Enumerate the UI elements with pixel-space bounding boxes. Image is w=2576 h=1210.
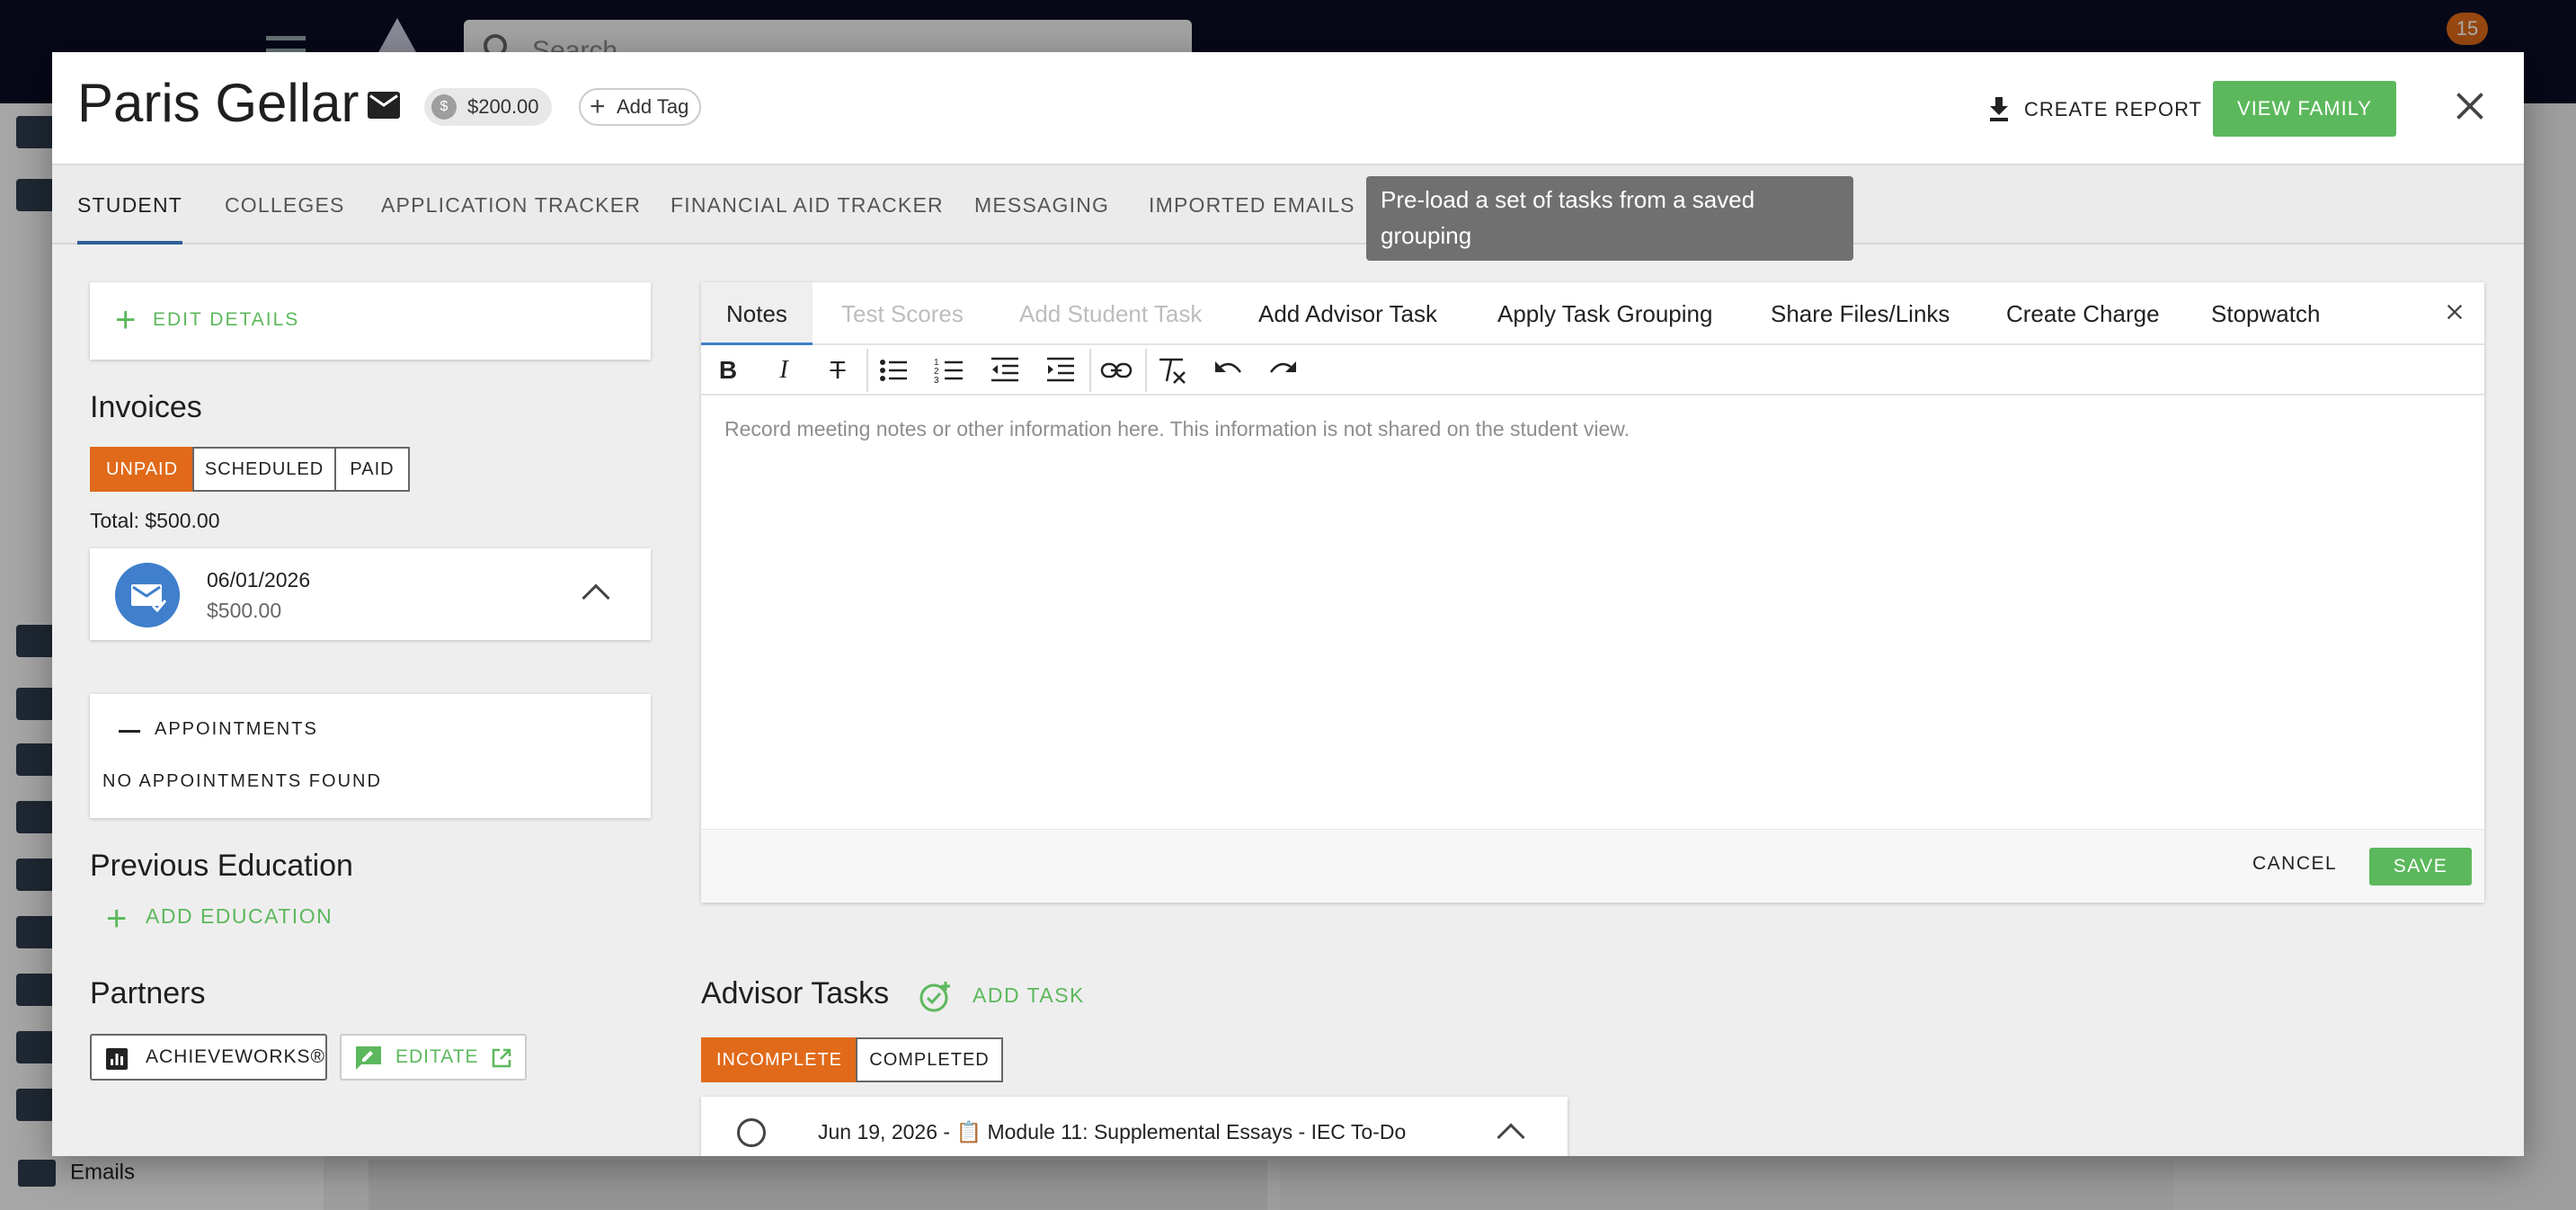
add-task-icon — [919, 982, 950, 1012]
numbered-list-icon[interactable]: 1 2 3 — [933, 354, 965, 387]
link-icon[interactable] — [1100, 354, 1133, 387]
partner-label: ACHIEVEWORKS® — [146, 1046, 326, 1067]
editor-tab-test-scores: Test Scores — [841, 300, 964, 327]
invoices-title: Invoices — [90, 390, 202, 424]
editor-toolbar: B I T 1 2 3 — [701, 345, 2484, 396]
partner-achieveworks-button[interactable]: ACHIEVEWORKS® — [90, 1034, 327, 1081]
invoice-filter-unpaid[interactable]: UNPAID — [90, 447, 194, 492]
editor-tab-apply-task-grouping[interactable]: Apply Task Grouping — [1497, 282, 1712, 345]
external-link-icon — [492, 1048, 511, 1068]
student-name: Paris Gellar — [77, 73, 360, 133]
close-icon[interactable] — [2445, 302, 2465, 322]
editor-tab-create-charge[interactable]: Create Charge — [2006, 282, 2160, 345]
strikethrough-icon[interactable]: T — [822, 354, 854, 387]
bold-icon[interactable]: B — [712, 354, 744, 387]
view-family-button[interactable]: VIEW FAMILY — [2213, 81, 2396, 137]
create-report-label: CREATE REPORT — [2024, 98, 2202, 120]
tab-messaging[interactable]: MESSAGING — [974, 165, 1109, 245]
chevron-up-icon[interactable] — [1497, 1123, 1525, 1152]
bullet-list-icon[interactable] — [877, 354, 910, 387]
appointments-panel: APPOINTMENTS NO APPOINTMENTS FOUND — [90, 694, 651, 818]
invoice-filter-paid[interactable]: PAID — [334, 447, 410, 492]
previous-education-title: Previous Education — [90, 849, 353, 883]
task-complete-radio[interactable] — [737, 1118, 766, 1147]
appointments-empty-text: NO APPOINTMENTS FOUND — [102, 771, 382, 791]
cancel-button[interactable]: CANCEL — [2252, 853, 2337, 875]
tab-financial-aid-tracker[interactable]: FINANCIAL AID TRACKER — [671, 165, 944, 245]
student-tabs: STUDENT COLLEGES APPLICATION TRACKER FIN… — [52, 165, 2524, 245]
clear-format-icon[interactable] — [1156, 354, 1188, 387]
redo-icon[interactable] — [1267, 354, 1300, 387]
partners-title: Partners — [90, 976, 206, 1010]
invoice-email-icon — [115, 563, 180, 627]
editor-tabs: Notes Test Scores Add Student Task Add A… — [701, 282, 2484, 345]
task-filter-incomplete[interactable]: INCOMPLETE — [701, 1037, 857, 1082]
add-task-label: ADD TASK — [973, 983, 1085, 1007]
toolbar-divider — [866, 349, 868, 392]
tab-application-tracker[interactable]: APPLICATION TRACKER — [381, 165, 641, 245]
tab-imported-emails[interactable]: IMPORTED EMAILS — [1149, 165, 1355, 245]
advisor-tasks-title: Advisor Tasks — [701, 976, 890, 1010]
plus-icon: + — [106, 899, 128, 939]
collapse-icon[interactable] — [119, 730, 140, 733]
balance-chip[interactable]: $ $200.00 — [424, 88, 552, 126]
plus-icon: + — [590, 92, 606, 121]
svg-text:3: 3 — [934, 376, 939, 386]
task-row[interactable]: Jun 19, 2026 - 📋 Module 11: Supplemental… — [701, 1097, 1568, 1156]
italic-icon[interactable]: I — [768, 354, 800, 387]
student-modal: Paris Gellar $ $200.00 + Add Tag CREATE … — [52, 52, 2524, 1156]
invoice-total: Total: $500.00 — [90, 509, 220, 532]
edit-details-label: EDIT DETAILS — [153, 309, 300, 330]
editor-tab-share-files-links[interactable]: Share Files/Links — [1771, 282, 1950, 345]
invoice-amount: $500.00 — [207, 599, 282, 622]
tab-student[interactable]: STUDENT — [77, 165, 183, 245]
invoice-item[interactable]: 06/01/2026 $500.00 — [90, 548, 651, 640]
notes-editor-panel: Notes Test Scores Add Student Task Add A… — [701, 282, 2484, 903]
plus-icon: + — [115, 300, 137, 340]
apply-task-grouping-tooltip: Pre-load a set of tasks from a saved gro… — [1366, 176, 1853, 261]
download-icon — [1990, 97, 2008, 121]
mail-icon[interactable] — [367, 92, 401, 119]
toolbar-divider — [1145, 349, 1147, 392]
partner-label: EDITATE — [395, 1046, 479, 1067]
undo-icon[interactable] — [1212, 354, 1244, 387]
invoice-filter-scheduled[interactable]: SCHEDULED — [192, 447, 336, 492]
indent-icon[interactable] — [1044, 354, 1077, 387]
editor-tab-notes[interactable]: Notes — [701, 282, 813, 345]
feedback-icon — [356, 1046, 381, 1070]
create-report-button[interactable]: CREATE REPORT — [1985, 93, 2202, 126]
balance-value: $200.00 — [467, 95, 539, 118]
outdent-icon[interactable] — [989, 354, 1021, 387]
chevron-up-icon[interactable] — [582, 583, 610, 612]
add-task-button[interactable]: ADD TASK — [919, 982, 1085, 1012]
appointments-label[interactable]: APPOINTMENTS — [155, 719, 318, 740]
editor-tab-add-advisor-task[interactable]: Add Advisor Task — [1258, 282, 1437, 345]
toolbar-divider — [1089, 349, 1091, 392]
partner-editate-button[interactable]: EDITATE — [340, 1034, 527, 1081]
invoice-date: 06/01/2026 — [207, 568, 311, 592]
task-filter-completed[interactable]: COMPLETED — [856, 1037, 1003, 1082]
add-education-button[interactable]: ADD EDUCATION — [146, 904, 333, 929]
editor-tab-stopwatch[interactable]: Stopwatch — [2211, 282, 2320, 345]
chart-icon — [106, 1048, 128, 1070]
editor-footer: CANCEL SAVE — [701, 829, 2484, 903]
editor-tab-add-student-task: Add Student Task — [1019, 300, 1203, 327]
task-title: Jun 19, 2026 - 📋 Module 11: Supplemental… — [818, 1120, 1407, 1143]
close-icon[interactable] — [2454, 90, 2486, 122]
add-tag-label: Add Tag — [617, 95, 689, 118]
add-tag-button[interactable]: + Add Tag — [579, 88, 701, 126]
tab-colleges[interactable]: COLLEGES — [225, 165, 345, 245]
dollar-coin-icon: $ — [431, 94, 457, 120]
edit-details-button[interactable]: + EDIT DETAILS — [90, 282, 651, 360]
save-button[interactable]: SAVE — [2369, 848, 2472, 885]
modal-header: Paris Gellar $ $200.00 + Add Tag CREATE … — [52, 52, 2524, 165]
notes-textarea[interactable]: Record meeting notes or other informatio… — [724, 417, 1630, 441]
